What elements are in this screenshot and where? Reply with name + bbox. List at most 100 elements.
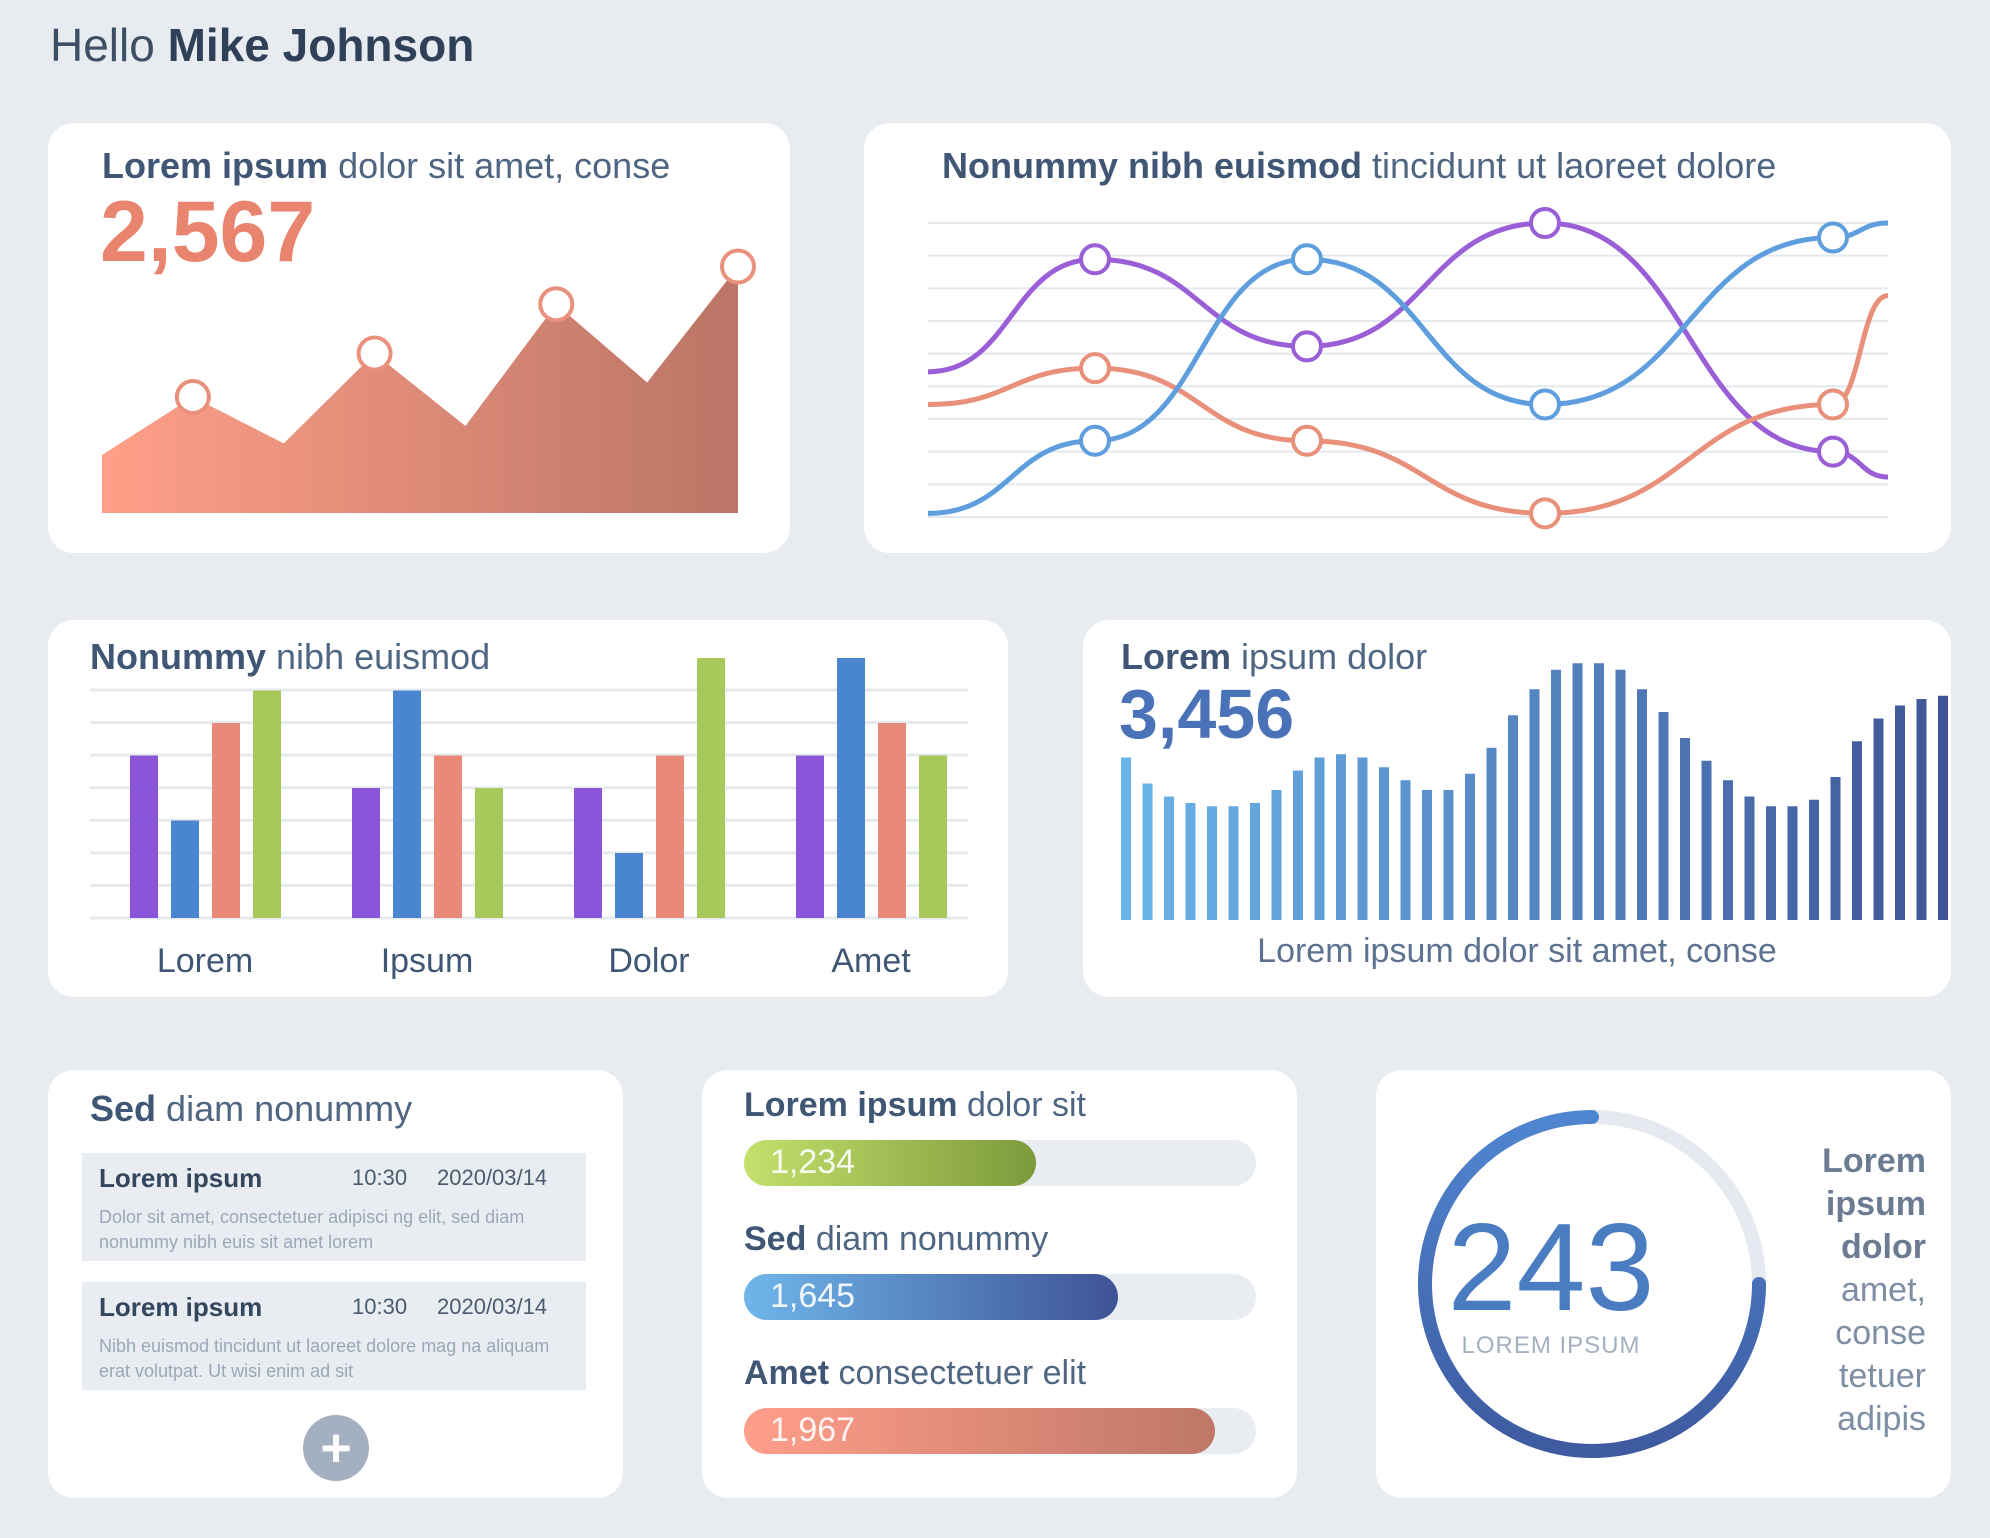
progress-track: 1,234 <box>744 1140 1256 1186</box>
column <box>1701 760 1712 920</box>
area-marker <box>356 335 393 372</box>
line-chart <box>927 207 1889 530</box>
category-label: Dolor <box>608 942 689 980</box>
column <box>1271 790 1282 920</box>
notifications-title-rest: diam nonummy <box>166 1088 413 1129</box>
column <box>1658 712 1669 920</box>
progress-card: Lorem ipsum dolor sit 1,234 Sed diam non… <box>702 1070 1297 1498</box>
progress-label-rest: diam nonummy <box>815 1220 1049 1258</box>
column <box>1529 689 1540 920</box>
bar <box>615 853 643 918</box>
trend-card: Nonummy nibh euismod tincidunt ut laoree… <box>864 123 1951 553</box>
column <box>1357 757 1368 920</box>
line-marker <box>1529 388 1561 421</box>
bar <box>253 690 281 918</box>
line-marker <box>1817 221 1849 254</box>
column <box>1572 663 1583 920</box>
area-marker <box>538 286 575 323</box>
column <box>1400 780 1411 920</box>
bar <box>434 755 462 918</box>
column <box>1250 803 1260 920</box>
notification-body: Nibh euismod tincidunt ut laoreet dolore… <box>99 1336 550 1381</box>
notifications-card: Sed diam nonummy Lorem ipsum 10:30 2020/… <box>48 1070 623 1498</box>
area-chart <box>102 248 756 513</box>
gauge-card: 243 LOREM IPSUM Lorem ipsum dolor amet, … <box>1376 1070 1951 1498</box>
wave-caption: Lorem ipsum dolor sit amet, conse <box>1257 932 1777 970</box>
column <box>1336 754 1346 920</box>
column <box>1551 669 1561 920</box>
series-line <box>927 220 1889 480</box>
column <box>1207 806 1217 920</box>
add-button[interactable]: + <box>303 1415 369 1481</box>
category-label: Lorem <box>157 942 253 980</box>
progress-value: 1,645 <box>770 1277 856 1315</box>
area-marker <box>174 379 211 415</box>
bar <box>574 788 602 918</box>
column <box>1486 747 1497 920</box>
bar <box>393 690 421 918</box>
notification-time: 10:30 <box>352 1165 408 1190</box>
user-name: Mike Johnson <box>167 19 475 71</box>
column <box>1594 663 1604 920</box>
progress-value: 1,234 <box>770 1143 856 1181</box>
notification-item[interactable]: Lorem ipsum 10:30 2020/03/14 Nibh euismo… <box>82 1282 586 1390</box>
area-marker <box>720 248 756 285</box>
column <box>1142 783 1153 920</box>
gauge-value: 243 <box>1447 1199 1655 1337</box>
column <box>1293 770 1303 920</box>
column <box>1873 718 1884 920</box>
column <box>1938 695 1948 920</box>
bar <box>878 723 906 918</box>
progress-label-bold: Lorem ipsum <box>744 1086 958 1124</box>
progress-fill: 1,645 <box>744 1274 1118 1320</box>
column <box>1508 715 1518 920</box>
column <box>1615 669 1626 920</box>
column <box>1164 796 1174 920</box>
category-label: Ipsum <box>381 942 474 980</box>
plus-icon: + <box>320 1418 352 1478</box>
wave-card: Lorem ipsum dolor 3,456 Lorem ipsum dolo… <box>1083 620 1951 997</box>
line-marker <box>1291 424 1323 457</box>
total-card: Lorem ipsum dolor sit amet, conse 2,567 <box>48 123 790 553</box>
notifications-title: Sed diam nonummy <box>90 1088 412 1130</box>
column <box>1744 796 1755 920</box>
column <box>1830 777 1841 920</box>
progress-label-rest: consectetuer elit <box>838 1354 1087 1392</box>
notification-item[interactable]: Lorem ipsum 10:30 2020/03/14 Dolor sit a… <box>82 1153 586 1261</box>
gauge-side-bold: Lorem ipsum dolor <box>1822 1142 1926 1266</box>
notification-title: Lorem ipsum <box>99 1163 263 1193</box>
gauge-side-rest: amet, conse tetuer adipis <box>1835 1271 1926 1438</box>
progress-label: Sed diam nonummy <box>744 1220 1048 1259</box>
column <box>1637 689 1647 920</box>
line-marker <box>1529 207 1561 239</box>
bar <box>352 788 380 918</box>
column <box>1809 799 1819 920</box>
notification-title: Lorem ipsum <box>99 1292 263 1322</box>
notifications-title-bold: Sed <box>90 1088 157 1129</box>
bar <box>656 755 684 918</box>
line-marker <box>1529 497 1561 530</box>
line-marker <box>1291 330 1323 363</box>
progress-track: 1,645 <box>744 1274 1256 1320</box>
bar <box>171 820 199 918</box>
bar <box>697 658 725 918</box>
column <box>1443 790 1454 920</box>
notification-body: Dolor sit amet, consectetuer adipisci ng… <box>99 1207 525 1252</box>
progress-track: 1,967 <box>744 1408 1256 1454</box>
progress-label: Amet consectetuer elit <box>744 1354 1086 1393</box>
column <box>1121 757 1131 920</box>
column <box>1895 705 1905 920</box>
greeting: Hello Mike Johnson <box>50 18 474 72</box>
gauge-side-text: Lorem ipsum dolor amet, conse tetuer adi… <box>1776 1140 1926 1441</box>
line-marker <box>1817 388 1849 421</box>
column <box>1228 806 1239 920</box>
line-marker <box>1079 352 1111 385</box>
line-marker <box>1291 243 1323 276</box>
column <box>1185 803 1196 920</box>
bar <box>796 755 824 918</box>
column <box>1680 738 1690 920</box>
grouped-bar-chart: Lorem Ipsum Dolor Amet <box>90 658 968 980</box>
notification-date: 2020/03/14 <box>437 1294 548 1319</box>
line-marker <box>1079 243 1111 276</box>
bar <box>130 755 158 918</box>
